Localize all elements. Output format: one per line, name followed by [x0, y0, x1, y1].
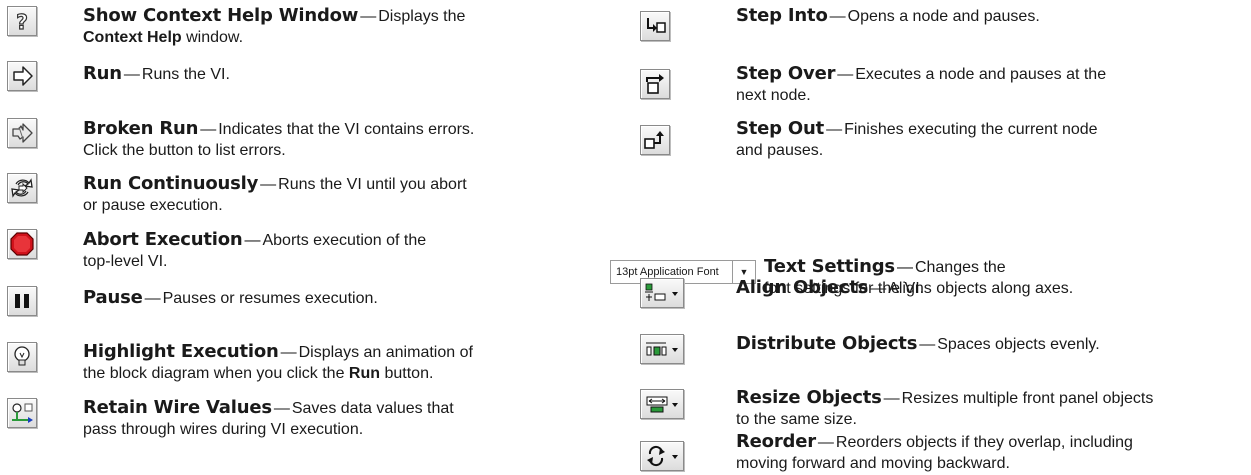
entry-title: Run Continuously: [83, 173, 259, 194]
entry-description: Reorders objects if they overlap, includ…: [835, 434, 1133, 451]
entry-title: Pause: [83, 287, 143, 308]
question-mark-icon[interactable]: ?: [7, 6, 37, 36]
entry-description: Aligns objects along axes.: [888, 280, 1074, 297]
entry-title: Step Over: [736, 63, 836, 84]
entry-description: Pauses or resumes execution.: [162, 290, 378, 307]
retain-wire-values-icon[interactable]: [7, 398, 37, 428]
entry-description: Executes a node and pauses at the: [855, 66, 1107, 83]
entry-title: Retain Wire Values: [83, 397, 272, 418]
entry-title: Reorder: [736, 431, 816, 452]
step-over-icon[interactable]: [640, 69, 670, 99]
entry-title: Run: [83, 63, 122, 84]
entry-description: Opens a node and pauses.: [847, 8, 1040, 25]
entry-description: Displays an animation of: [298, 344, 473, 361]
align-objects-icon[interactable]: [640, 278, 684, 308]
font-ring-value: 13pt Application Font: [616, 266, 719, 278]
entry-description: Displays the: [378, 8, 466, 25]
entry-description: Aborts execution of the: [262, 232, 427, 249]
entry-description: Saves data values that: [291, 400, 454, 417]
entry-description: Indicates that the VI contains errors.: [218, 121, 475, 138]
entry-description: Finishes executing the current node: [844, 121, 1098, 138]
pause-icon[interactable]: [7, 286, 37, 316]
entry-description: Changes the: [914, 259, 1006, 276]
entry-description: Resizes multiple front panel objects: [901, 390, 1154, 407]
entry-title: Broken Run: [83, 118, 199, 139]
entry-title: Step Into: [736, 5, 828, 26]
resize-objects-icon[interactable]: [640, 389, 684, 419]
run-continuously-icon[interactable]: [7, 173, 37, 203]
entry-title: Text Settings: [764, 256, 895, 277]
entry-bold-term: Context Help: [83, 29, 182, 46]
abort-stop-icon[interactable]: [7, 229, 37, 259]
svg-text:?: ?: [16, 10, 28, 34]
entry-description: Runs the VI until you abort: [278, 176, 467, 193]
light-bulb-icon[interactable]: [7, 342, 37, 372]
distribute-objects-icon[interactable]: [640, 334, 684, 364]
step-into-icon[interactable]: [640, 11, 670, 41]
entry-title: Step Out: [736, 118, 825, 139]
entry-bold-term: Run: [348, 365, 381, 382]
entry-title: Show Context Help Window: [83, 5, 359, 26]
entry-title: Highlight Execution: [83, 341, 279, 362]
entry-title: Align Objects: [736, 277, 869, 298]
entry-title: Abort Execution: [83, 229, 243, 250]
entry-description: Runs the VI.: [141, 66, 230, 83]
run-arrow-icon[interactable]: [7, 61, 37, 91]
entry-title: Resize Objects: [736, 387, 882, 408]
entry-title: Distribute Objects: [736, 333, 918, 354]
broken-run-arrow-icon[interactable]: [7, 118, 37, 148]
step-out-icon[interactable]: [640, 125, 670, 155]
entry-description: Spaces objects evenly.: [937, 336, 1100, 353]
reorder-icon[interactable]: [640, 441, 684, 471]
